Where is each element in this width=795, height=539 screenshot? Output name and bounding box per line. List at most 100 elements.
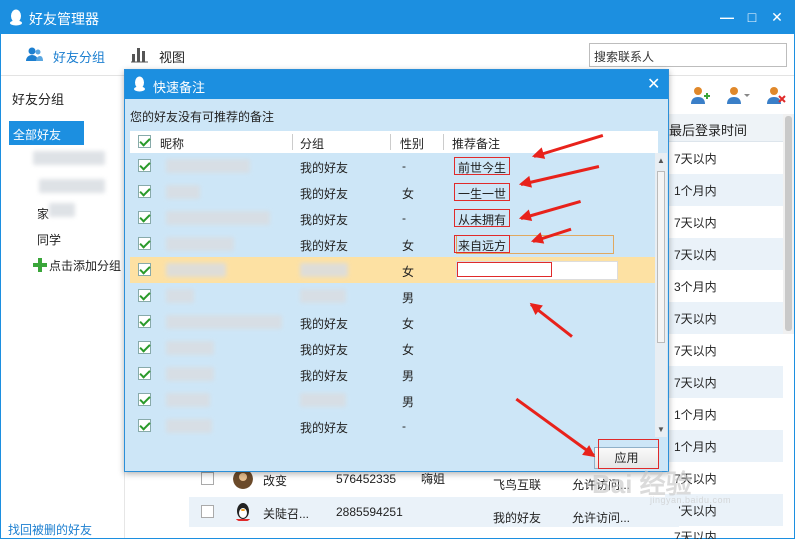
last-login-cell: 7天以内 bbox=[674, 344, 717, 358]
select-all-checkbox[interactable] bbox=[138, 135, 151, 148]
row-checkbox[interactable] bbox=[138, 367, 151, 380]
quick-remark-dialog: 快速备注 ✕ 您的好友没有可推荐的备注 昵称 分组 性别 推荐备注 我的好友 -… bbox=[124, 69, 669, 472]
remark-table: 我的好友 - 前世今生 我的好友 女 一生一世 我的好友 - 从未拥有 我的好友… bbox=[130, 153, 655, 437]
row-group: 我的好友 bbox=[300, 343, 349, 357]
last-login-cell: 3个月内 bbox=[674, 280, 717, 294]
search-input[interactable]: 搜索联系人 bbox=[589, 43, 787, 67]
row-gender: 男 bbox=[402, 395, 415, 409]
row-checkbox[interactable] bbox=[138, 263, 151, 276]
dialog-title: 快速备注 bbox=[153, 80, 206, 95]
table-row[interactable]: 男 bbox=[130, 387, 655, 413]
users-icon bbox=[26, 47, 43, 61]
row-group: 我的好友 bbox=[300, 369, 349, 383]
remark-field[interactable]: 从未拥有 bbox=[454, 209, 511, 227]
recover-deleted-friends-link[interactable]: 找回被删的好友 bbox=[8, 521, 92, 538]
row-checkbox[interactable] bbox=[138, 211, 151, 224]
blurred-nickname bbox=[166, 237, 234, 251]
row-group: 我的好友 bbox=[300, 421, 349, 435]
last-login-cell: 7天以内 bbox=[674, 216, 717, 230]
scroll-up-icon[interactable]: ▲ bbox=[657, 156, 665, 165]
blurred-nickname bbox=[166, 315, 282, 329]
last-login-cell: 7天以内 bbox=[665, 366, 783, 398]
scrollbar-thumb[interactable] bbox=[657, 171, 665, 343]
row-group: 我的好友 bbox=[300, 213, 349, 227]
avatar bbox=[233, 469, 253, 489]
row-gender: 女 bbox=[402, 317, 415, 331]
row-group: 我的好友 bbox=[300, 239, 349, 253]
add-friend-icon[interactable] bbox=[689, 85, 711, 105]
blurred-nickname bbox=[166, 393, 210, 407]
maximize-button[interactable]: □ bbox=[742, 7, 762, 27]
row-checkbox[interactable] bbox=[138, 393, 151, 406]
remark-field[interactable]: 来自远方 bbox=[454, 235, 511, 253]
table-row[interactable]: 我的好友 - bbox=[130, 413, 655, 437]
table-row[interactable]: 男 bbox=[130, 283, 655, 309]
sidebar-item-classmates[interactable]: 同学 bbox=[37, 231, 61, 248]
friend-group-label: 好友分组 bbox=[53, 50, 106, 65]
remark-field[interactable]: 一生一世 bbox=[454, 183, 511, 201]
remark-field[interactable]: 前世今生 bbox=[454, 157, 511, 175]
blurred-group bbox=[300, 263, 348, 277]
main-table-scrollbar[interactable] bbox=[783, 114, 794, 334]
row-checkbox[interactable] bbox=[138, 289, 151, 302]
row-qq: 2885594251 bbox=[336, 505, 403, 519]
blurred-nickname bbox=[166, 159, 250, 173]
qq-penguin-avatar bbox=[236, 503, 250, 521]
header-gender[interactable]: 性别 bbox=[400, 135, 424, 152]
row-gender: 男 bbox=[402, 369, 415, 383]
row-group: 我的好友 bbox=[300, 317, 349, 331]
blurred-group-name bbox=[49, 203, 75, 217]
table-row[interactable]: 我的好友 女 bbox=[130, 335, 655, 361]
table-row[interactable]: 我的好友 男 bbox=[130, 361, 655, 387]
table-row[interactable]: 我的好友 - 从未拥有 bbox=[130, 205, 655, 231]
table-row[interactable]: 关陡召... 2885594251 我的好友 允许访问... bbox=[189, 497, 679, 527]
minimize-button[interactable]: — bbox=[717, 7, 737, 27]
row-checkbox[interactable] bbox=[138, 159, 151, 172]
row-checkbox[interactable] bbox=[138, 185, 151, 198]
table-row[interactable]: 我的好友 女 bbox=[130, 309, 655, 335]
last-login-cell: 7天以内 bbox=[665, 302, 783, 334]
scrollbar-thumb[interactable] bbox=[785, 116, 792, 331]
dialog-close-button[interactable]: ✕ bbox=[647, 74, 660, 94]
row-group: 我的好友 bbox=[300, 161, 349, 175]
row-qq: 576452335 bbox=[336, 472, 397, 486]
row-checkbox[interactable] bbox=[138, 237, 151, 250]
blurred-nickname bbox=[166, 185, 200, 199]
header-remark[interactable]: 推荐备注 bbox=[452, 135, 500, 152]
remark-input-active[interactable] bbox=[456, 261, 618, 280]
row-checkbox[interactable] bbox=[138, 341, 151, 354]
dialog-scrollbar[interactable]: ▲ ▼ bbox=[655, 153, 667, 437]
row-remark: 嗨姐 bbox=[421, 472, 446, 486]
last-login-cell: 1个月内 bbox=[674, 408, 717, 422]
row-checkbox[interactable] bbox=[138, 419, 151, 432]
scroll-down-icon[interactable]: ▼ bbox=[657, 425, 665, 434]
header-nickname[interactable]: 昵称 bbox=[160, 135, 184, 152]
row-checkbox[interactable] bbox=[201, 472, 214, 485]
sidebar-item-family[interactable]: 家 bbox=[37, 205, 49, 222]
close-button[interactable]: ✕ bbox=[767, 7, 787, 27]
header-group[interactable]: 分组 bbox=[300, 135, 324, 152]
right-action-bar bbox=[669, 77, 794, 117]
table-row-selected[interactable]: 女 bbox=[130, 257, 655, 283]
row-name: 关陡召... bbox=[263, 507, 310, 521]
row-gender: 女 bbox=[402, 265, 415, 279]
add-group-link[interactable]: 点击添加分组 bbox=[33, 257, 121, 274]
manage-friend-icon[interactable] bbox=[725, 85, 751, 105]
window-title: 好友管理器 bbox=[29, 11, 99, 27]
column-header-last-login[interactable]: 最后登录时间 bbox=[665, 114, 783, 142]
dialog-note: 您的好友没有可推荐的备注 bbox=[130, 110, 275, 124]
row-checkbox[interactable] bbox=[201, 505, 214, 518]
watermark-url: jingyan.baidu.com bbox=[650, 495, 732, 505]
delete-friend-icon[interactable] bbox=[765, 85, 787, 105]
row-checkbox[interactable] bbox=[138, 315, 151, 328]
row-gender: - bbox=[402, 419, 406, 433]
last-login-cell: 1个月内 bbox=[665, 174, 783, 206]
sidebar-item-all-friends[interactable]: 全部好友(25) bbox=[9, 121, 84, 157]
table-row[interactable]: 我的好友 - 前世今生 bbox=[130, 153, 655, 179]
header-separator bbox=[390, 134, 391, 150]
blurred-group bbox=[300, 289, 346, 303]
row-name: 改变 bbox=[263, 474, 288, 488]
sidebar: 好友分组 全部好友(25) 家 同学 点击添加分组 找回被删的好友 bbox=[1, 77, 125, 538]
last-login-cell: 7天以内 bbox=[674, 530, 717, 539]
table-row[interactable]: 我的好友 女 来自远方 bbox=[130, 231, 655, 257]
